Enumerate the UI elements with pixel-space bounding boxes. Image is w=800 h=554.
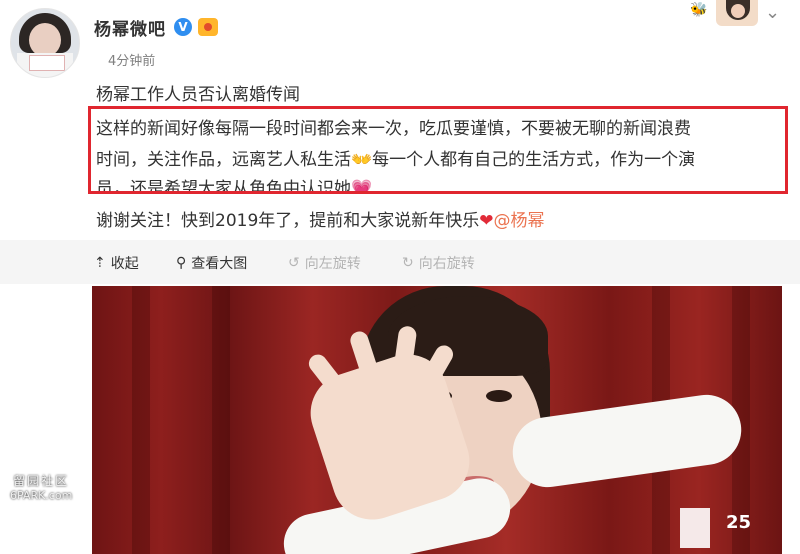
post-line-4-text: 员，还是希望大家从角色中认识她 (96, 179, 351, 199)
watermark: 留园社区 6PARK.com (10, 472, 72, 502)
rotate-right-label: 向右旋转 (418, 256, 475, 272)
rotate-right-icon: ↻ (402, 255, 414, 271)
author-line: 杨幂微吧 V (94, 14, 218, 40)
rotate-left-button[interactable]: ↺ 向左旋转 (288, 254, 361, 272)
chevron-down-icon[interactable]: ⌄ (765, 2, 780, 23)
rotate-left-icon: ↺ (288, 255, 300, 271)
view-large-button[interactable]: ⚲ 查看大图 (176, 254, 247, 272)
rotate-right-button[interactable]: ↻ 向右旋转 (402, 254, 475, 272)
post-line-5-text: 谢谢关注！快到2019年了，提前和大家说新年快乐 (96, 211, 480, 231)
author-avatar[interactable] (10, 8, 80, 78)
post-line-3-text: 时间，关注作品，远离艺人私生活 (96, 150, 351, 170)
post-line-5: 谢谢关注！快到2019年了，提前和大家说新年快乐❤@杨幂 (96, 206, 545, 231)
post-time[interactable]: 4分钟前 (108, 50, 155, 69)
view-large-label: 查看大图 (191, 256, 248, 272)
level-badge-icon (198, 18, 218, 36)
collapse-icon: ⇡ (94, 255, 106, 271)
anniversary-logo: 25 (726, 512, 752, 533)
clap-emoji-icon: 👐 (351, 150, 373, 170)
post-line-3-continue: 每一个人都有自己的生活方式，作为一个演 (372, 150, 696, 170)
post-line-2: 这样的新闻好像每隔一段时间都会来一次，吃瓜要谨慎，不要被无聊的新闻浪费 (96, 119, 691, 139)
post-line-4: 员，还是希望大家从角色中认识她💗 (96, 174, 373, 199)
post-line-3: 时间，关注作品，远离艺人私生活👐每一个人都有自己的生活方式，作为一个演 (96, 145, 695, 170)
sticker-icon: 🐝 (690, 2, 708, 18)
collapse-button[interactable]: ⇡ 收起 (94, 254, 139, 272)
red-heart-icon: ❤ (479, 211, 494, 231)
user-avatar[interactable] (716, 0, 758, 26)
author-name[interactable]: 杨幂微吧 (94, 15, 166, 40)
magnifier-icon: ⚲ (176, 255, 187, 271)
watermark-line-2: 6PARK.com (10, 489, 73, 502)
watermark-line-1: 留园社区 (13, 474, 70, 488)
verified-icon: V (174, 18, 192, 36)
rotate-left-label: 向左旋转 (304, 256, 361, 272)
heart-emoji-icon: 💗 (351, 179, 373, 199)
post-line-1: 杨幂工作人员否认离婚传闻 (96, 85, 300, 105)
collapse-label: 收起 (110, 256, 139, 272)
post-photo[interactable]: 25 (92, 286, 782, 554)
mention-link[interactable]: @杨幂 (494, 211, 545, 231)
magazine-logo (680, 508, 710, 548)
